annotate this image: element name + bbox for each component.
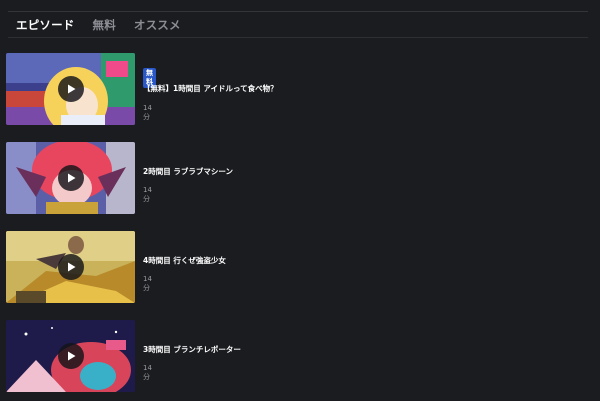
episode-thumbnail[interactable] (6, 142, 135, 214)
top-divider (8, 11, 588, 12)
episode-item[interactable]: 4時間目 行くぜ強盗少女 14分 (6, 231, 566, 305)
episode-tabs: エピソード 無料 オススメ (16, 16, 181, 34)
episode-duration: 14分 (143, 104, 152, 121)
tab-episodes[interactable]: エピソード (16, 17, 75, 33)
episode-duration: 14分 (143, 186, 152, 203)
tab-recommended[interactable]: オススメ (134, 17, 181, 33)
episode-item[interactable]: 2時間目 ラブラブマシーン 14分 (6, 142, 566, 216)
episode-duration: 14分 (143, 364, 152, 381)
play-icon[interactable] (58, 343, 84, 369)
episode-title[interactable]: 3時間目 ブランチレポーター (143, 344, 241, 355)
tab-free[interactable]: 無料 (93, 17, 116, 33)
play-icon[interactable] (58, 76, 84, 102)
episode-thumbnail[interactable] (6, 320, 135, 392)
tabs-divider (8, 37, 588, 38)
episode-title[interactable]: 2時間目 ラブラブマシーン (143, 166, 233, 177)
episode-title[interactable]: 4時間目 行くぜ強盗少女 (143, 255, 226, 266)
episode-item[interactable]: 無料 【無料】1時間目 アイドルって食べ物？ 14分 (6, 53, 566, 127)
episode-title[interactable]: 【無料】1時間目 アイドルって食べ物？ (143, 83, 278, 94)
episode-item[interactable]: 3時間目 ブランチレポーター 14分 (6, 320, 566, 394)
episode-duration: 14分 (143, 275, 152, 292)
play-icon[interactable] (58, 165, 84, 191)
episode-thumbnail[interactable] (6, 231, 135, 303)
play-icon[interactable] (58, 254, 84, 280)
episode-thumbnail[interactable] (6, 53, 135, 125)
